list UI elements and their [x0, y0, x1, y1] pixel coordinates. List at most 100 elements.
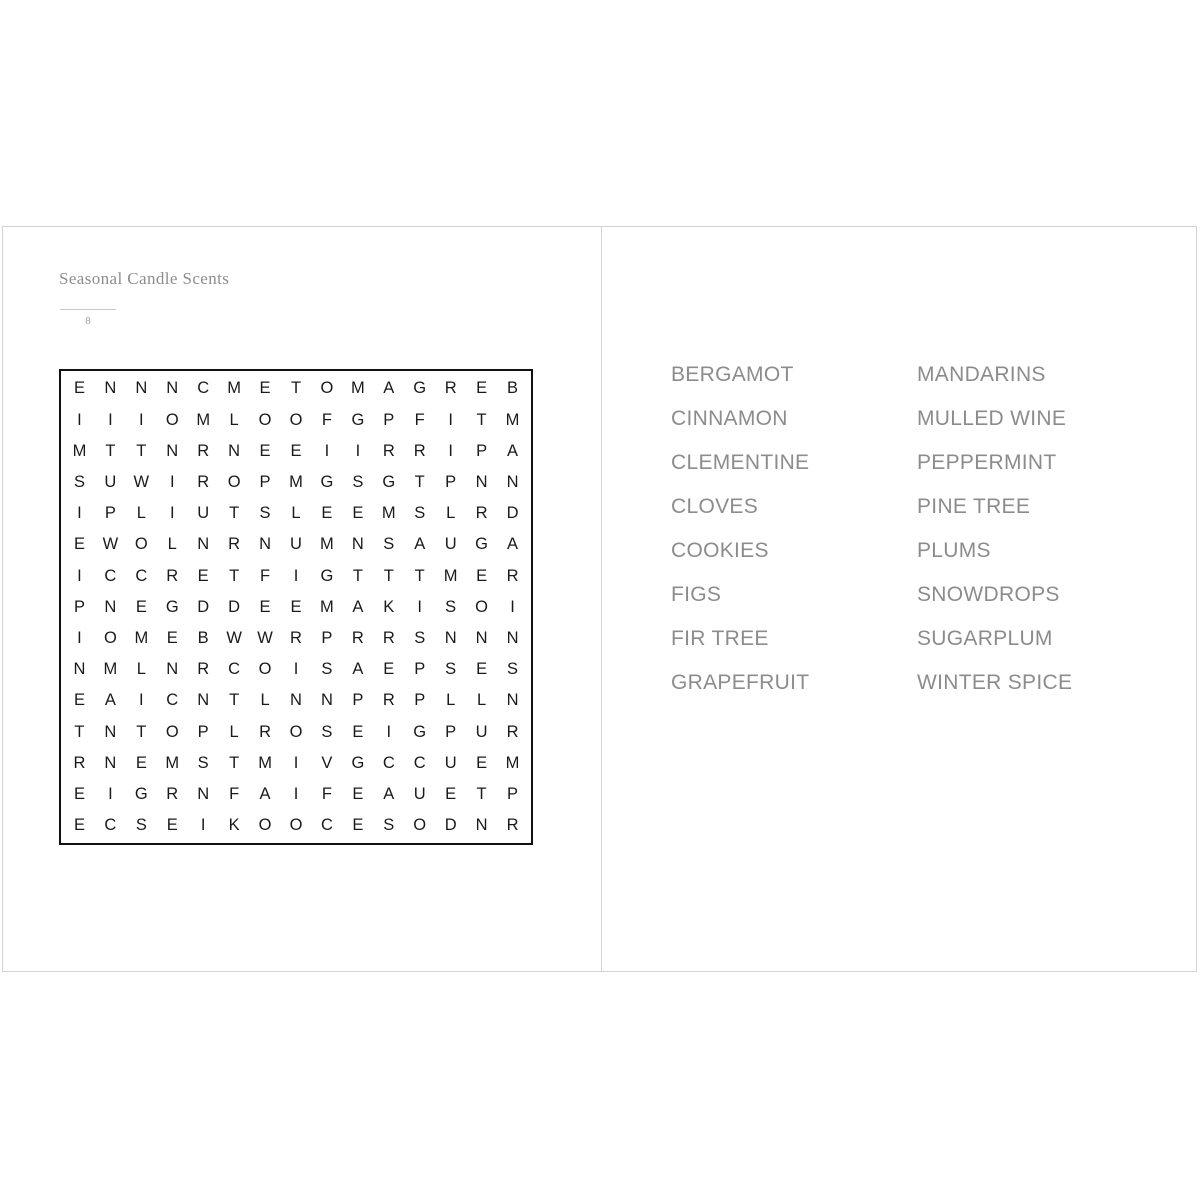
grid-cell[interactable]: F [311, 404, 342, 435]
grid-cell[interactable]: A [373, 779, 404, 810]
grid-cell[interactable]: C [404, 747, 435, 778]
grid-cell[interactable]: I [188, 810, 219, 841]
grid-cell[interactable]: E [250, 435, 281, 466]
word-list-item[interactable]: CLEMENTINE [671, 448, 917, 492]
grid-cell[interactable]: M [373, 498, 404, 529]
grid-cell[interactable]: E [373, 654, 404, 685]
grid-cell[interactable]: N [466, 467, 497, 498]
word-list-item[interactable]: CINNAMON [671, 404, 917, 448]
grid-cell[interactable]: R [466, 498, 497, 529]
grid-cell[interactable]: O [466, 591, 497, 622]
grid-cell[interactable]: C [157, 685, 188, 716]
grid-cell[interactable]: E [64, 685, 95, 716]
grid-cell[interactable]: R [497, 560, 528, 591]
grid-cell[interactable]: A [497, 435, 528, 466]
grid-cell[interactable]: M [435, 560, 466, 591]
grid-cell[interactable]: W [250, 623, 281, 654]
grid-cell[interactable]: N [95, 591, 126, 622]
word-list-item[interactable]: WINTER SPICE [917, 668, 1163, 712]
grid-cell[interactable]: A [342, 591, 373, 622]
word-search-grid[interactable]: ENNNCMETOMAGREBIIIOMLOOFGPFITMMTTNRNEEII… [61, 371, 531, 843]
word-list-item[interactable]: COOKIES [671, 536, 917, 580]
grid-cell[interactable]: S [250, 498, 281, 529]
grid-cell[interactable]: T [219, 498, 250, 529]
grid-cell[interactable]: G [342, 404, 373, 435]
grid-cell[interactable]: W [126, 467, 157, 498]
grid-cell[interactable]: S [373, 810, 404, 841]
grid-cell[interactable]: I [64, 404, 95, 435]
grid-cell[interactable]: I [342, 435, 373, 466]
grid-cell[interactable]: I [435, 404, 466, 435]
grid-cell[interactable]: S [342, 467, 373, 498]
grid-cell[interactable]: N [219, 435, 250, 466]
grid-cell[interactable]: U [404, 779, 435, 810]
grid-cell[interactable]: T [342, 560, 373, 591]
grid-cell[interactable]: T [64, 716, 95, 747]
word-list-item[interactable]: FIGS [671, 580, 917, 624]
grid-cell[interactable]: D [497, 498, 528, 529]
grid-cell[interactable]: P [404, 654, 435, 685]
grid-cell[interactable]: N [497, 623, 528, 654]
grid-cell[interactable]: A [497, 529, 528, 560]
grid-cell[interactable]: N [342, 529, 373, 560]
grid-cell[interactable]: M [311, 591, 342, 622]
grid-cell[interactable]: R [373, 435, 404, 466]
grid-cell[interactable]: P [373, 404, 404, 435]
word-list-item[interactable]: GRAPEFRUIT [671, 668, 917, 712]
grid-cell[interactable]: L [219, 716, 250, 747]
grid-cell[interactable]: R [188, 435, 219, 466]
grid-cell[interactable]: S [126, 810, 157, 841]
grid-cell[interactable]: L [466, 685, 497, 716]
grid-cell[interactable]: W [95, 529, 126, 560]
grid-cell[interactable]: P [64, 591, 95, 622]
grid-cell[interactable]: L [250, 685, 281, 716]
grid-cell[interactable]: E [311, 498, 342, 529]
grid-cell[interactable]: M [126, 623, 157, 654]
grid-cell[interactable]: O [95, 623, 126, 654]
word-list-item[interactable]: SUGARPLUM [917, 624, 1163, 668]
grid-cell[interactable]: N [188, 685, 219, 716]
grid-cell[interactable]: A [95, 685, 126, 716]
grid-cell[interactable]: E [342, 716, 373, 747]
grid-cell[interactable]: P [188, 716, 219, 747]
grid-cell[interactable]: E [157, 810, 188, 841]
grid-cell[interactable]: T [281, 373, 312, 404]
grid-cell[interactable]: M [250, 747, 281, 778]
grid-cell[interactable]: D [435, 810, 466, 841]
grid-cell[interactable]: N [497, 467, 528, 498]
grid-cell[interactable]: L [435, 498, 466, 529]
grid-cell[interactable]: E [126, 591, 157, 622]
grid-cell[interactable]: N [466, 810, 497, 841]
grid-cell[interactable]: E [466, 747, 497, 778]
grid-cell[interactable]: P [250, 467, 281, 498]
grid-cell[interactable]: A [373, 373, 404, 404]
grid-cell[interactable]: I [373, 716, 404, 747]
grid-cell[interactable]: A [342, 654, 373, 685]
grid-cell[interactable]: O [157, 716, 188, 747]
grid-cell[interactable]: M [497, 747, 528, 778]
grid-cell[interactable]: G [404, 716, 435, 747]
grid-cell[interactable]: D [188, 591, 219, 622]
grid-cell[interactable]: E [466, 654, 497, 685]
grid-cell[interactable]: O [311, 373, 342, 404]
grid-cell[interactable]: E [188, 560, 219, 591]
grid-cell[interactable]: N [157, 435, 188, 466]
grid-cell[interactable]: G [126, 779, 157, 810]
grid-cell[interactable]: C [219, 654, 250, 685]
grid-cell[interactable]: L [435, 685, 466, 716]
grid-cell[interactable]: M [188, 404, 219, 435]
grid-cell[interactable]: N [435, 623, 466, 654]
grid-cell[interactable]: S [311, 716, 342, 747]
grid-cell[interactable]: O [250, 810, 281, 841]
grid-cell[interactable]: R [250, 716, 281, 747]
grid-cell[interactable]: K [373, 591, 404, 622]
grid-cell[interactable]: M [157, 747, 188, 778]
grid-cell[interactable]: S [373, 529, 404, 560]
grid-cell[interactable]: R [157, 779, 188, 810]
grid-cell[interactable]: M [64, 435, 95, 466]
word-list-item[interactable]: PEPPERMINT [917, 448, 1163, 492]
grid-cell[interactable]: T [219, 747, 250, 778]
grid-cell[interactable]: S [404, 498, 435, 529]
grid-cell[interactable]: P [497, 779, 528, 810]
grid-cell[interactable]: R [219, 529, 250, 560]
